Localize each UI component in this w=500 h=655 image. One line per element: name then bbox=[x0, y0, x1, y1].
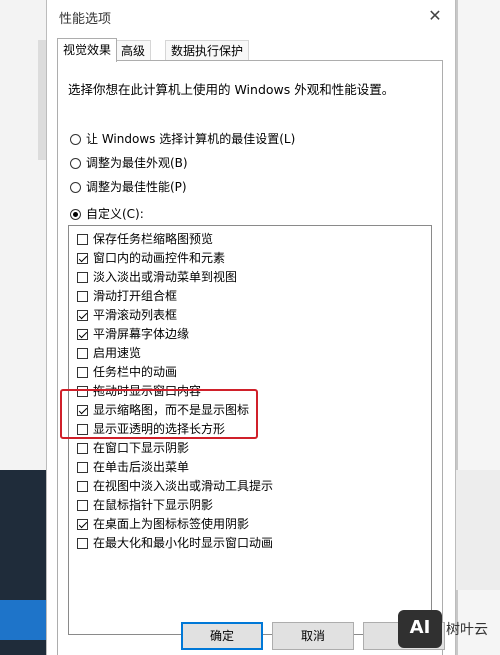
checkbox[interactable] bbox=[77, 272, 88, 283]
radio-best-appearance[interactable]: 调整为最佳外观(B) bbox=[70, 154, 188, 172]
list-item-label: 在视图中淡入淡出或滑动工具提示 bbox=[93, 479, 274, 493]
list-item[interactable]: 滑动打开组合框 bbox=[77, 287, 177, 305]
title-bar: 性能选项 ✕ bbox=[47, 0, 455, 32]
list-item[interactable]: 淡入淡出或滑动菜单到视图 bbox=[77, 268, 237, 286]
background-right bbox=[456, 0, 500, 655]
checkbox[interactable] bbox=[77, 310, 88, 321]
checkbox[interactable] bbox=[77, 253, 88, 264]
list-item[interactable]: 保存任务栏缩略图预览 bbox=[77, 230, 213, 248]
list-item-label: 拖动时显示窗口内容 bbox=[93, 384, 202, 398]
list-item[interactable]: 拖动时显示窗口内容 bbox=[77, 382, 201, 400]
list-item[interactable]: 显示亚透明的选择长方形 bbox=[77, 420, 225, 438]
tab-advanced[interactable]: 高级 bbox=[115, 40, 152, 61]
radio-button[interactable] bbox=[70, 134, 81, 145]
list-item-label: 在单击后淡出菜单 bbox=[93, 460, 190, 474]
radio-let-windows-choose[interactable]: 让 Windows 选择计算机的最佳设置(L) bbox=[70, 130, 295, 148]
checkbox[interactable] bbox=[77, 367, 88, 378]
list-item[interactable]: 在单击后淡出菜单 bbox=[77, 458, 189, 476]
list-item[interactable]: 平滑屏幕字体边缘 bbox=[77, 325, 189, 343]
ok-button[interactable]: 确定 bbox=[181, 622, 263, 650]
performance-options-dialog: 性能选项 ✕ 视觉效果 高级 数据执行保护 选择你想在此计算机上使用的 Wind… bbox=[46, 0, 456, 655]
window-title: 性能选项 bbox=[59, 12, 112, 27]
checkbox[interactable] bbox=[77, 329, 88, 340]
list-item-label: 保存任务栏缩略图预览 bbox=[93, 232, 214, 246]
radio-button[interactable] bbox=[70, 182, 81, 193]
list-item[interactable]: 平滑滚动列表框 bbox=[77, 306, 177, 324]
checkbox[interactable] bbox=[77, 462, 88, 473]
list-item[interactable]: 在最大化和最小化时显示窗口动画 bbox=[77, 534, 273, 552]
list-item-label: 启用速览 bbox=[93, 346, 142, 360]
watermark: AI 树叶云 bbox=[398, 610, 498, 650]
description-text: 选择你想在此计算机上使用的 Windows 外观和性能设置。 bbox=[68, 82, 395, 97]
list-item-label: 滑动打开组合框 bbox=[93, 289, 178, 303]
checkbox[interactable] bbox=[77, 234, 88, 245]
list-item-label: 在最大化和最小化时显示窗口动画 bbox=[93, 536, 274, 550]
list-item[interactable]: 在视图中淡入淡出或滑动工具提示 bbox=[77, 477, 273, 495]
visual-effects-panel: 选择你想在此计算机上使用的 Windows 外观和性能设置。 让 Windows… bbox=[57, 60, 443, 655]
tab-data-execution-prevention[interactable]: 数据执行保护 bbox=[165, 40, 250, 61]
cancel-button[interactable]: 取消 bbox=[272, 622, 354, 650]
list-item-label: 在桌面上为图标标签使用阴影 bbox=[93, 517, 250, 531]
list-item-label: 显示缩略图，而不是显示图标 bbox=[93, 403, 250, 417]
checkbox[interactable] bbox=[77, 386, 88, 397]
radio-button[interactable] bbox=[70, 158, 81, 169]
checkbox[interactable] bbox=[77, 519, 88, 530]
radio-label: 调整为最佳外观(B) bbox=[86, 156, 188, 170]
list-item[interactable]: 启用速览 bbox=[77, 344, 141, 362]
watermark-text: 树叶云 bbox=[446, 622, 488, 638]
tab-visual-effects[interactable]: 视觉效果 bbox=[57, 38, 118, 62]
list-item[interactable]: 在鼠标指针下显示阴影 bbox=[77, 496, 213, 514]
checkbox[interactable] bbox=[77, 500, 88, 511]
close-button[interactable]: ✕ bbox=[423, 4, 447, 28]
list-item-label: 淡入淡出或滑动菜单到视图 bbox=[93, 270, 238, 284]
checkbox[interactable] bbox=[77, 291, 88, 302]
checkbox[interactable] bbox=[77, 348, 88, 359]
list-item-label: 显示亚透明的选择长方形 bbox=[93, 422, 226, 436]
radio-label: 让 Windows 选择计算机的最佳设置(L) bbox=[86, 132, 296, 146]
list-item[interactable]: 任务栏中的动画 bbox=[77, 363, 177, 381]
list-item[interactable]: 窗口内的动画控件和元素 bbox=[77, 249, 225, 267]
radio-label: 自定义(C): bbox=[86, 207, 144, 221]
visual-effects-list[interactable]: 保存任务栏缩略图预览 窗口内的动画控件和元素 淡入淡出或滑动菜单到视图 滑动打开… bbox=[68, 225, 432, 635]
radio-button[interactable] bbox=[70, 209, 81, 220]
radio-label: 调整为最佳性能(P) bbox=[86, 180, 187, 194]
watermark-logo: AI bbox=[398, 610, 442, 648]
close-icon: ✕ bbox=[428, 6, 442, 25]
list-item-label: 在鼠标指针下显示阴影 bbox=[93, 498, 214, 512]
background-left bbox=[0, 0, 46, 655]
list-item[interactable]: 显示缩略图，而不是显示图标 bbox=[77, 401, 249, 419]
list-item-label: 平滑滚动列表框 bbox=[93, 308, 178, 322]
checkbox[interactable] bbox=[77, 405, 88, 416]
checkbox[interactable] bbox=[77, 424, 88, 435]
checkbox[interactable] bbox=[77, 538, 88, 549]
list-item[interactable]: 在窗口下显示阴影 bbox=[77, 439, 189, 457]
list-item-label: 在窗口下显示阴影 bbox=[93, 441, 190, 455]
radio-best-performance[interactable]: 调整为最佳性能(P) bbox=[70, 178, 187, 196]
checkbox[interactable] bbox=[77, 443, 88, 454]
checkbox[interactable] bbox=[77, 481, 88, 492]
radio-custom[interactable]: 自定义(C): bbox=[70, 205, 144, 223]
list-item-label: 平滑屏幕字体边缘 bbox=[93, 327, 190, 341]
list-item[interactable]: 在桌面上为图标标签使用阴影 bbox=[77, 515, 249, 533]
list-item-label: 窗口内的动画控件和元素 bbox=[93, 251, 226, 265]
list-item-label: 任务栏中的动画 bbox=[93, 365, 178, 379]
